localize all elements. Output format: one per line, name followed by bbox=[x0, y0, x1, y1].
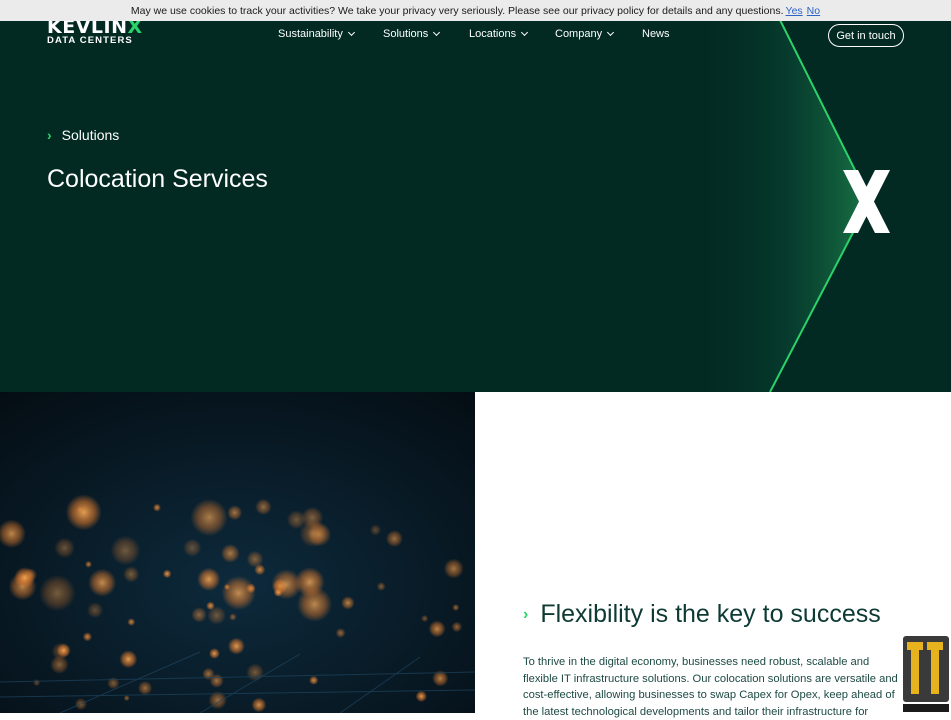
bokeh-light bbox=[229, 613, 237, 621]
bokeh-light bbox=[246, 550, 264, 568]
chevron-down-icon bbox=[347, 28, 355, 37]
bokeh-light bbox=[415, 690, 427, 702]
bokeh-light bbox=[227, 637, 245, 655]
bokeh-light bbox=[335, 628, 346, 638]
bokeh-light bbox=[221, 575, 256, 611]
bokeh-light bbox=[309, 675, 319, 685]
chevron-right-icon: › bbox=[523, 605, 529, 623]
bokeh-light bbox=[251, 697, 267, 713]
bokeh-light bbox=[209, 648, 220, 659]
bokeh-light bbox=[443, 558, 464, 579]
bokeh-light bbox=[376, 582, 386, 591]
bokeh-light bbox=[14, 567, 36, 589]
section-title: › Flexibility is the key to success bbox=[523, 600, 881, 628]
breadcrumb-label: Solutions bbox=[61, 127, 120, 143]
nav-item-news[interactable]: News bbox=[642, 28, 670, 40]
bokeh-light bbox=[209, 673, 224, 688]
bokeh-light bbox=[137, 680, 153, 696]
chevron-down-icon bbox=[521, 28, 529, 37]
hero-decoration bbox=[690, 0, 890, 392]
bokeh-light bbox=[452, 603, 460, 612]
bokeh-light bbox=[207, 606, 226, 625]
bokeh-light bbox=[65, 494, 102, 531]
bokeh-light bbox=[255, 498, 272, 516]
bokeh-light bbox=[87, 602, 104, 619]
bokeh-light bbox=[123, 695, 130, 702]
bokeh-light bbox=[341, 596, 355, 610]
bokeh-light bbox=[153, 503, 161, 512]
breadcrumb[interactable]: › Solutions bbox=[47, 127, 119, 143]
bokeh-light bbox=[191, 607, 207, 623]
datacenter-photo bbox=[0, 392, 475, 713]
bokeh-light bbox=[197, 567, 221, 591]
cookie-banner: May we use cookies to track your activit… bbox=[0, 0, 951, 21]
watermark-badge bbox=[903, 636, 949, 712]
bokeh-light bbox=[428, 620, 446, 638]
bokeh-light bbox=[56, 643, 71, 658]
main-nav: Sustainability Solutions Locations Compa… bbox=[278, 28, 670, 40]
cookie-message: May we use cookies to track your activit… bbox=[130, 4, 784, 17]
bokeh-light bbox=[119, 650, 138, 669]
bokeh-light bbox=[75, 505, 85, 514]
page-title: Colocation Services bbox=[47, 165, 268, 193]
bokeh-light bbox=[127, 618, 136, 626]
bokeh-light bbox=[294, 567, 325, 598]
get-in-touch-button[interactable]: Get in touch bbox=[828, 24, 904, 47]
bokeh-light bbox=[123, 566, 140, 583]
hero-section: KEVLINX DATA CENTERS Sustainability Solu… bbox=[0, 0, 951, 392]
nav-item-solutions[interactable]: Solutions bbox=[383, 28, 469, 40]
bokeh-light bbox=[190, 498, 228, 537]
bokeh-light bbox=[54, 537, 75, 559]
bokeh-light bbox=[369, 524, 382, 536]
bokeh-light bbox=[421, 614, 429, 623]
bokeh-light bbox=[39, 574, 76, 612]
cookie-yes-link[interactable]: Yes bbox=[786, 5, 803, 17]
nav-item-sustainability[interactable]: Sustainability bbox=[278, 28, 383, 40]
bokeh-light bbox=[85, 560, 92, 568]
chevron-down-icon bbox=[433, 28, 441, 37]
content-panel: › Flexibility is the key to success To t… bbox=[475, 392, 951, 718]
bokeh-light bbox=[385, 530, 403, 548]
bokeh-light bbox=[110, 535, 141, 566]
bokeh-light bbox=[33, 679, 41, 687]
bokeh-lights-image bbox=[0, 392, 475, 713]
bokeh-light bbox=[220, 544, 240, 563]
bokeh-light bbox=[82, 632, 92, 642]
bokeh-light bbox=[299, 519, 327, 548]
chevron-down-icon bbox=[607, 28, 615, 37]
brand-tagline: DATA CENTERS bbox=[47, 35, 133, 46]
section-body: To thrive in the digital economy, busine… bbox=[523, 656, 898, 718]
bokeh-light bbox=[227, 505, 243, 521]
nav-item-company[interactable]: Company bbox=[555, 28, 642, 40]
bokeh-light bbox=[246, 663, 264, 682]
bokeh-light bbox=[183, 538, 202, 557]
nav-item-locations[interactable]: Locations bbox=[469, 28, 555, 40]
bokeh-light bbox=[162, 569, 172, 579]
cookie-no-link[interactable]: No bbox=[807, 5, 820, 17]
bokeh-light bbox=[451, 621, 463, 633]
bokeh-light bbox=[273, 588, 283, 597]
chevron-right-icon: › bbox=[47, 127, 52, 143]
bokeh-light bbox=[88, 568, 117, 597]
brand-logo[interactable]: KEVLINX DATA CENTERS bbox=[47, 18, 143, 46]
